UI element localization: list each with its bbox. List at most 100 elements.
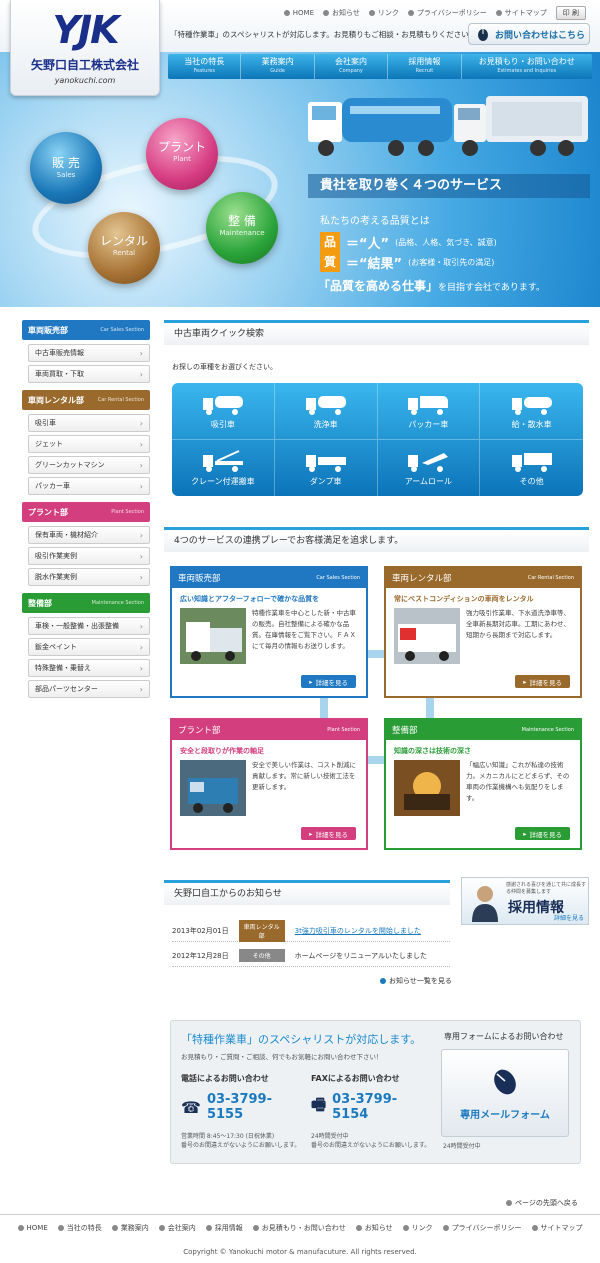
footer-link[interactable]: 会社案内 (158, 1223, 196, 1233)
sidebar-item[interactable]: グリーンカットマシン › (28, 456, 150, 474)
sidebar-item[interactable]: 特殊整備・乗替え › (28, 659, 150, 677)
service-ball-rental[interactable]: レンタル Rental (88, 212, 160, 284)
sidebar-item[interactable]: 保有車両・機材紹介 › (28, 526, 150, 544)
sidebar-head-en: Maintenance Section (91, 600, 144, 606)
service-panel-sales: 車両販売部 Car Sales Section 広い知識とアフターフォローで確かな… (170, 566, 368, 698)
service-ball-sales[interactable]: 販 売 Sales (30, 132, 102, 204)
packer-truck-icon (408, 395, 449, 415)
vehicle-washer[interactable]: 洗浄車 (274, 383, 378, 440)
nav-company[interactable]: 会社案内 Company (313, 54, 387, 79)
sidebar-item[interactable]: 車両買取・下取 › (28, 365, 150, 383)
tel-number[interactable]: ☎ 03-3799-5155 (181, 1092, 303, 1122)
sidebar-head-plant[interactable]: プラント部 Plant Section (22, 502, 150, 522)
mail-form-button[interactable]: 専用メールフォーム (441, 1049, 569, 1137)
bullet-icon (442, 1224, 449, 1231)
vehicle-crane[interactable]: クレーン付運搬車 (172, 439, 275, 496)
toplink-label: お知らせ (332, 9, 360, 17)
ball-label: プラント (157, 140, 206, 154)
footer-link[interactable]: プライバシーポリシー (442, 1223, 522, 1233)
vehicle-label: 吸引車 (210, 419, 235, 429)
hero-quality-line2: 質 ＝“結果” (お客様・取引先の満足) (320, 252, 494, 272)
sidebar-item[interactable]: 吸引作業実例 › (28, 547, 150, 565)
nav-estimates[interactable]: お見積もり・お問い合わせ Estimates and Inquiries (460, 54, 592, 79)
page-top-link[interactable]: ページの先頭へ戻る (506, 1198, 578, 1208)
nav-sublabel: Guide (270, 68, 285, 74)
print-button[interactable]: 印 刷 (555, 6, 586, 20)
sidebar-item-label: 保有車両・機材紹介 (35, 531, 98, 539)
ball-label: レンタル (99, 234, 148, 248)
vehicle-suction[interactable]: 吸引車 (172, 383, 275, 440)
fax-number-text: 03-3799-5154 (332, 1092, 398, 1122)
contact-top-button[interactable]: お問い合わせはこちら (468, 23, 590, 45)
sidebar-item[interactable]: ジェット › (28, 435, 150, 453)
ball-sublabel: Rental (112, 249, 136, 257)
nav-recruit[interactable]: 採用情報 Recruit (387, 54, 460, 79)
sidebar-head-sales[interactable]: 車両販売部 Car Sales Section (22, 320, 150, 340)
service-ball-plant[interactable]: プラント Plant (146, 118, 218, 190)
mouse-icon (478, 29, 488, 41)
nav-guide[interactable]: 業務案内 Guide (240, 54, 313, 79)
suction-truck-icon (202, 395, 243, 415)
sidebar-group-plant: プラント部 Plant Section 保有車両・機材紹介 › 吸引作業実例 › 脱水… (22, 502, 150, 586)
hero-slogan: 「品質を高める仕事」を目指す会社であります。 (318, 277, 545, 294)
vehicle-other[interactable]: その他 (480, 440, 583, 497)
vehicle-label: その他 (519, 476, 544, 486)
footer-link[interactable]: お知らせ (355, 1223, 393, 1233)
news-link[interactable]: 3t強力吸引車のレンタルを開始しました (295, 926, 421, 936)
vehicle-armroll[interactable]: アームロール (378, 439, 481, 496)
service-detail-button[interactable]: ▸ 詳細を見る (515, 827, 570, 840)
service-detail-button[interactable]: ▸ 詳細を見る (301, 675, 356, 688)
service-text: 安全で美しい作業は、コスト削減に貢献します。常に新しい技術工法を更新します。 (252, 761, 356, 791)
chevron-right-icon: › (139, 481, 143, 491)
news-more-link[interactable]: お知らせ一覧を見る (380, 976, 452, 986)
logo[interactable]: YJK 矢野口自工株式会社 yanokuchi.com (10, 0, 160, 96)
toplink-sitemap[interactable]: サイトマップ (495, 8, 547, 18)
nav-features[interactable]: 当社の特長 Features (168, 54, 240, 79)
sidebar-head-label: 整備部 (28, 598, 52, 608)
news-date: 2012年12月28日 (172, 951, 229, 960)
sidebar-item-label: 部品パーツセンター (35, 685, 98, 693)
ball-sublabel: Plant (173, 155, 191, 163)
arrow-right-icon: ▸ (523, 677, 527, 686)
service-ball-maintenance[interactable]: 整 備 Maintenance (206, 192, 278, 264)
contact-form-label: 専用フォームによるお問い合わせ (444, 1032, 564, 1041)
sidebar-item[interactable]: 鈑金ペイント › (28, 638, 150, 656)
sidebar-item[interactable]: パッカー車 › (28, 477, 150, 495)
sidebar-head-rental[interactable]: 車両レンタル部 Car Rental Section (22, 390, 150, 410)
recruit-banner[interactable]: 感謝される喜びを通じて共に成長する仲間を募集します 採用情報 詳細を見る (461, 877, 589, 925)
service-title-en: Car Rental Section (527, 575, 574, 581)
footer-link[interactable]: 採用情報 (205, 1223, 243, 1233)
sidebar-head-maintenance[interactable]: 整備部 Maintenance Section (22, 593, 150, 613)
vehicle-water[interactable]: 給・散水車 (480, 383, 583, 440)
footer-link[interactable]: お見積もり・お問い合わせ (252, 1223, 346, 1233)
hero-note: (品格、人格、気づき、誠意) (395, 237, 497, 247)
toplink-privacy[interactable]: プライバシーポリシー (407, 8, 487, 18)
toplink-home[interactable]: HOME (283, 9, 314, 17)
hero-slogan-em: 「品質を高める仕事」 (318, 279, 439, 293)
toplink-links[interactable]: リンク (368, 8, 399, 18)
sidebar-item[interactable]: 車検・一般整備・出張整備 › (28, 617, 150, 635)
sidebar-item-label: 吸引車 (35, 419, 56, 427)
toplink-news[interactable]: お知らせ (323, 8, 360, 18)
sidebar-item[interactable]: 中古車販売情報 › (28, 344, 150, 362)
footer-link[interactable]: HOME (17, 1223, 48, 1232)
service-detail-button[interactable]: ▸ 詳細を見る (301, 827, 356, 840)
sidebar-item[interactable]: 脱水作業実例 › (28, 568, 150, 586)
footer-link[interactable]: 業務案内 (111, 1223, 149, 1233)
sidebar-item[interactable]: 部品パーツセンター › (28, 680, 150, 698)
nav-sublabel: Features (193, 68, 215, 74)
sidebar-group-rental: 車両レンタル部 Car Rental Section 吸引車 › ジェット › グリー… (22, 390, 150, 495)
hero-title: 貴社を取り巻く４つのサービス (308, 174, 590, 198)
footer-link[interactable]: リンク (402, 1223, 433, 1233)
chevron-right-icon: › (139, 369, 143, 379)
footer-link-label: HOME (26, 1223, 48, 1232)
service-photo (180, 760, 246, 816)
footer-link-label: 採用情報 (214, 1223, 243, 1232)
footer-link[interactable]: 当社の特長 (57, 1223, 102, 1233)
footer-link[interactable]: サイトマップ (531, 1223, 583, 1233)
footer-link-label: 業務案内 (120, 1223, 149, 1232)
vehicle-dump[interactable]: ダンプ車 (275, 439, 378, 496)
service-detail-button[interactable]: ▸ 詳細を見る (515, 675, 570, 688)
vehicle-packer[interactable]: パッカー車 (377, 383, 481, 440)
sidebar-item[interactable]: 吸引車 › (28, 414, 150, 432)
